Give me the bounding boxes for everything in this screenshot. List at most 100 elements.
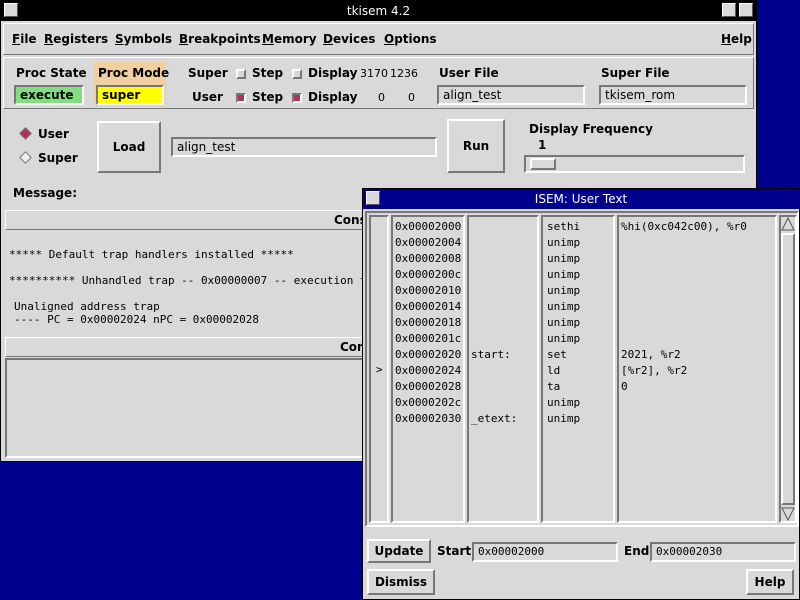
opcode-cell: ld bbox=[547, 364, 561, 377]
display-frequency-thumb[interactable] bbox=[530, 158, 556, 170]
operand-cell bbox=[621, 331, 747, 347]
label-cell bbox=[471, 267, 517, 283]
address-cell: 0x00002020 bbox=[395, 348, 462, 361]
opcode-cell: unimp bbox=[547, 412, 581, 425]
scroll-up-icon[interactable] bbox=[781, 217, 795, 231]
address-cell: 0x0000201c bbox=[395, 332, 462, 345]
label-cell bbox=[471, 235, 517, 251]
proc-state-value: execute bbox=[14, 85, 84, 105]
address-cell: 0x00002028 bbox=[395, 380, 462, 393]
opcode-cell: unimp bbox=[547, 252, 581, 265]
menu-help[interactable]: Help bbox=[721, 32, 752, 46]
label-cell bbox=[471, 219, 517, 235]
super-step-checkbox[interactable] bbox=[236, 69, 246, 79]
window-menu-button[interactable] bbox=[4, 3, 18, 17]
label-cell bbox=[471, 299, 517, 315]
minimize-button[interactable] bbox=[722, 3, 736, 17]
update-button[interactable]: Update bbox=[367, 539, 431, 563]
current-pc-marker: > bbox=[376, 363, 383, 376]
operand-cell bbox=[621, 267, 747, 283]
super-count-2: 1236 bbox=[390, 67, 418, 80]
opcode-cell: unimp bbox=[547, 316, 581, 329]
operand-cell: 2021, %r2 bbox=[621, 348, 681, 361]
dismiss-button[interactable]: Dismiss bbox=[367, 569, 435, 595]
user-file-label: User File bbox=[439, 66, 499, 80]
super-file-label: Super File bbox=[601, 66, 670, 80]
user-file-field[interactable]: align_test bbox=[437, 85, 585, 105]
operand-cell: %hi(0xc042c00), %r0 bbox=[621, 220, 747, 233]
opcode-cell: ta bbox=[547, 380, 561, 393]
radio-user[interactable]: User bbox=[19, 127, 69, 141]
menu-devices[interactable]: Devices bbox=[323, 32, 375, 46]
radio-user-indicator bbox=[19, 127, 32, 140]
display-frequency-value: 1 bbox=[538, 138, 547, 152]
menu-memory[interactable]: Memory bbox=[262, 32, 317, 46]
super-row-label: Super bbox=[188, 66, 228, 80]
label-cell bbox=[471, 379, 517, 395]
user-display-checkbox[interactable] bbox=[292, 93, 302, 103]
super-display-checkbox[interactable] bbox=[292, 69, 302, 79]
menu-file[interactable]: File bbox=[12, 32, 37, 46]
operands-column: %hi(0xc042c00), %r0 2021, %r2 [%r2], %r2 0 bbox=[617, 215, 777, 523]
operand-cell bbox=[621, 315, 747, 331]
console-line: Unaligned address trap bbox=[14, 300, 160, 313]
menubar: File Registers Symbols Breakpoints Memor… bbox=[3, 23, 754, 55]
address-cell: 0x00002024 bbox=[395, 364, 462, 377]
address-cell: 0x00002014 bbox=[395, 300, 462, 313]
user-step-checkbox[interactable] bbox=[236, 93, 246, 103]
scrollbar-thumb[interactable] bbox=[781, 233, 795, 505]
address-cell: 0x00002010 bbox=[395, 284, 462, 297]
operand-cell: 0 bbox=[621, 380, 628, 393]
main-titlebar[interactable]: tkisem 4.2 bbox=[1, 1, 756, 21]
label-cell bbox=[471, 315, 517, 331]
start-address-field[interactable]: 0x00002000 bbox=[472, 542, 618, 562]
super-step-label: Step bbox=[252, 66, 284, 80]
menu-breakpoints[interactable]: Breakpoints bbox=[179, 32, 261, 46]
menu-options[interactable]: Options bbox=[384, 32, 437, 46]
load-file-field[interactable]: align_test bbox=[171, 137, 437, 157]
message-label: Message: bbox=[13, 186, 77, 200]
address-column: 0x00002000 0x00002004 0x00002008 0x0000200c… bbox=[391, 215, 465, 523]
window-menu-button[interactable] bbox=[366, 191, 380, 205]
help-button[interactable]: Help bbox=[746, 569, 794, 595]
user-count-2: 0 bbox=[408, 91, 415, 104]
opcode-cell: unimp bbox=[547, 268, 581, 281]
operand-cell bbox=[621, 283, 747, 299]
address-cell: 0x0000202c bbox=[395, 396, 462, 409]
proc-mode-label: Proc Mode bbox=[98, 66, 170, 80]
display-frequency-label: Display Frequency bbox=[529, 122, 653, 136]
opcode-cell: unimp bbox=[547, 300, 581, 313]
end-label: End bbox=[624, 544, 650, 558]
super-display-label: Display bbox=[308, 66, 358, 80]
label-cell: start: bbox=[471, 348, 511, 361]
scroll-down-icon[interactable] bbox=[781, 507, 795, 521]
menu-symbols[interactable]: Symbols bbox=[115, 32, 172, 46]
address-cell: 0x00002008 bbox=[395, 252, 462, 265]
radio-super[interactable]: Super bbox=[19, 151, 78, 165]
display-frequency-slider[interactable] bbox=[524, 155, 745, 173]
operand-cell: [%r2], %r2 bbox=[621, 364, 688, 377]
load-button[interactable]: Load bbox=[97, 121, 161, 173]
maximize-button[interactable] bbox=[739, 3, 753, 17]
proc-mode-value: super bbox=[96, 85, 164, 105]
user-text-window: ISEM: User Text > 0x00002000 0x00002004 0x… bbox=[362, 188, 800, 600]
end-address-field[interactable]: 0x00002030 bbox=[650, 542, 796, 562]
radio-super-label: Super bbox=[38, 151, 78, 165]
proc-state-label: Proc State bbox=[16, 66, 87, 80]
label-column: start: _etext: bbox=[467, 215, 539, 523]
super-file-field[interactable]: tkisem_rom bbox=[599, 85, 747, 105]
address-cell: 0x00002004 bbox=[395, 236, 462, 249]
opcode-column: sethi unimp unimp unimp unimp unimp unimp unimp… bbox=[541, 215, 615, 523]
gutter-column: > bbox=[369, 215, 389, 523]
operand-cell bbox=[621, 235, 747, 251]
label-cell bbox=[471, 283, 517, 299]
operand-cell bbox=[621, 411, 747, 427]
menu-registers[interactable]: Registers bbox=[44, 32, 108, 46]
user-step-label: Step bbox=[252, 90, 284, 104]
user-text-titlebar[interactable]: ISEM: User Text bbox=[363, 189, 799, 209]
opcode-cell: unimp bbox=[547, 332, 581, 345]
run-button[interactable]: Run bbox=[447, 119, 505, 173]
vertical-scrollbar[interactable] bbox=[779, 215, 797, 523]
start-label: Start bbox=[437, 544, 472, 558]
opcode-cell: set bbox=[547, 348, 567, 361]
